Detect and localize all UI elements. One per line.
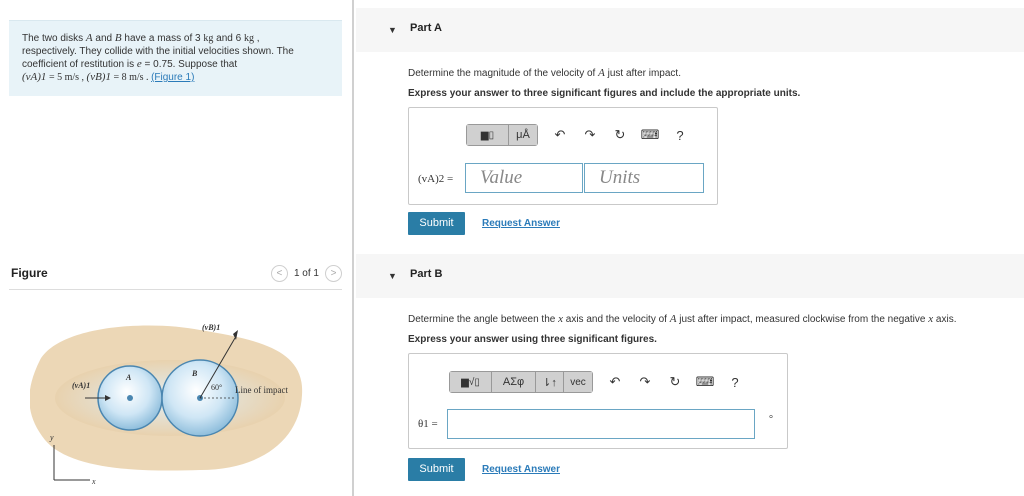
units-mu-button[interactable]: μÅ bbox=[509, 125, 537, 145]
part-b-question: Determine the angle between the x axis a… bbox=[408, 313, 956, 325]
question-text: axis and the velocity of bbox=[563, 314, 670, 325]
part-b-request-answer-link[interactable]: Request Answer bbox=[482, 464, 560, 475]
question-text: Determine the magnitude of the velocity … bbox=[408, 68, 599, 79]
pager-text: 1 of 1 bbox=[293, 268, 319, 279]
degree-symbol: ° bbox=[769, 414, 773, 425]
disk-b-label: B bbox=[191, 369, 198, 378]
part-b-answer-box: ▆√▯ ΑΣφ ⇂↑ vec ↶ ↷ ↻ ⌨ ? θ1 = ° bbox=[408, 353, 788, 449]
template-group: ▆▯ μÅ bbox=[466, 124, 538, 146]
var-va1: (vA)1 bbox=[22, 71, 47, 83]
collapse-triangle-icon[interactable]: ▼ bbox=[388, 271, 397, 281]
problem-text: , bbox=[253, 33, 260, 44]
problem-text: respectively. They collide with the init… bbox=[22, 46, 294, 57]
undo-icon[interactable]: ↶ bbox=[548, 124, 572, 146]
templates-button[interactable]: ▆√▯ bbox=[450, 372, 492, 392]
redo-icon[interactable]: ↷ bbox=[633, 371, 657, 393]
value-input[interactable]: Value bbox=[465, 163, 583, 193]
reset-icon[interactable]: ↻ bbox=[608, 124, 632, 146]
question-text: just after impact. bbox=[604, 68, 681, 79]
part-b-submit-button[interactable]: Submit bbox=[408, 458, 465, 481]
figure-pager: < 1 of 1 > bbox=[270, 265, 342, 282]
keyboard-icon[interactable]: ⌨ bbox=[638, 124, 662, 146]
var-vb1: (vB)1 bbox=[86, 71, 111, 83]
problem-statement: The two disks A and B have a mass of 3 k… bbox=[9, 20, 342, 96]
figure-title: Figure bbox=[11, 266, 48, 280]
help-icon[interactable]: ? bbox=[668, 124, 692, 146]
part-a-answer-box: ▆▯ μÅ ↶ ↷ ↻ ⌨ ? (vA)2 = Value Units bbox=[408, 107, 718, 205]
template-group: ▆√▯ ΑΣφ ⇂↑ vec bbox=[449, 371, 593, 393]
disk-a-center bbox=[127, 395, 133, 401]
problem-text: and 6 bbox=[213, 33, 244, 44]
vec-button[interactable]: vec bbox=[564, 372, 592, 392]
panel-divider bbox=[352, 0, 354, 496]
next-figure-button[interactable]: > bbox=[325, 265, 342, 282]
question-text: just after impact, measured clockwise fr… bbox=[676, 314, 929, 325]
part-b-title: Part B bbox=[410, 268, 443, 280]
part-a-title: Part A bbox=[410, 22, 442, 34]
greek-button[interactable]: ΑΣφ bbox=[492, 372, 536, 392]
left-panel: The two disks A and B have a mass of 3 k… bbox=[0, 0, 352, 496]
part-b-toolbar: ▆√▯ ΑΣφ ⇂↑ vec ↶ ↷ ↻ ⌨ ? bbox=[449, 371, 747, 393]
undo-icon[interactable]: ↶ bbox=[603, 371, 627, 393]
keyboard-icon[interactable]: ⌨ bbox=[693, 371, 717, 393]
right-panel: ▼ Part A Determine the magnitude of the … bbox=[356, 0, 1024, 496]
redo-icon[interactable]: ↷ bbox=[578, 124, 602, 146]
part-a-field-label: (vA)2 = bbox=[418, 173, 454, 185]
arrows-button[interactable]: ⇂↑ bbox=[536, 372, 564, 392]
var-a: A bbox=[598, 67, 605, 79]
collision-figure: (vB)1 (vA)1 A B 60° Line of impact y x bbox=[30, 323, 303, 486]
figure-header: Figure < 1 of 1 > bbox=[9, 262, 342, 290]
reset-icon[interactable]: ↻ bbox=[663, 371, 687, 393]
problem-text: have a mass of 3 bbox=[121, 33, 204, 44]
y-axis-label: y bbox=[49, 433, 54, 442]
part-a-instruction: Express your answer to three significant… bbox=[408, 88, 801, 99]
part-a-header[interactable]: ▼ Part A bbox=[356, 8, 1024, 52]
problem-text: = 5 m/s , bbox=[46, 72, 87, 83]
unit-kg: kg bbox=[243, 33, 254, 44]
angle-input[interactable] bbox=[447, 409, 755, 439]
part-b-instruction: Express your answer using three signific… bbox=[408, 334, 657, 345]
part-a-question: Determine the magnitude of the velocity … bbox=[408, 67, 681, 79]
var-b: B bbox=[114, 32, 122, 44]
question-text: axis. bbox=[933, 314, 957, 325]
figure-link[interactable]: (Figure 1) bbox=[151, 72, 194, 83]
templates-button[interactable]: ▆▯ bbox=[467, 125, 509, 145]
vb1-label: (vB)1 bbox=[202, 323, 220, 332]
va1-label: (vA)1 bbox=[72, 381, 90, 390]
problem-text: = 8 m/s . bbox=[110, 72, 152, 83]
question-text: Determine the angle between the bbox=[408, 314, 559, 325]
x-axis-label: x bbox=[91, 477, 96, 486]
angle-label: 60° bbox=[211, 383, 222, 392]
var-a: A bbox=[85, 32, 93, 44]
part-b-header[interactable]: ▼ Part B bbox=[356, 254, 1024, 298]
problem-text: The two disks bbox=[22, 33, 86, 44]
disk-a-label: A bbox=[125, 373, 132, 382]
part-a-toolbar: ▆▯ μÅ ↶ ↷ ↻ ⌨ ? bbox=[466, 124, 692, 146]
help-icon[interactable]: ? bbox=[723, 371, 747, 393]
part-a-request-answer-link[interactable]: Request Answer bbox=[482, 218, 560, 229]
line-of-impact-label: Line of impact bbox=[235, 385, 288, 395]
problem-text: and bbox=[92, 33, 115, 44]
collapse-triangle-icon[interactable]: ▼ bbox=[388, 25, 397, 35]
problem-text: coefficient of restitution is bbox=[22, 59, 137, 70]
prev-figure-button[interactable]: < bbox=[270, 265, 288, 282]
units-input[interactable]: Units bbox=[584, 163, 704, 193]
problem-text: = 0.75. Suppose that bbox=[141, 59, 238, 70]
part-a-submit-button[interactable]: Submit bbox=[408, 212, 465, 235]
unit-kg: kg bbox=[203, 33, 214, 44]
part-b-field-label: θ1 = bbox=[418, 418, 438, 430]
